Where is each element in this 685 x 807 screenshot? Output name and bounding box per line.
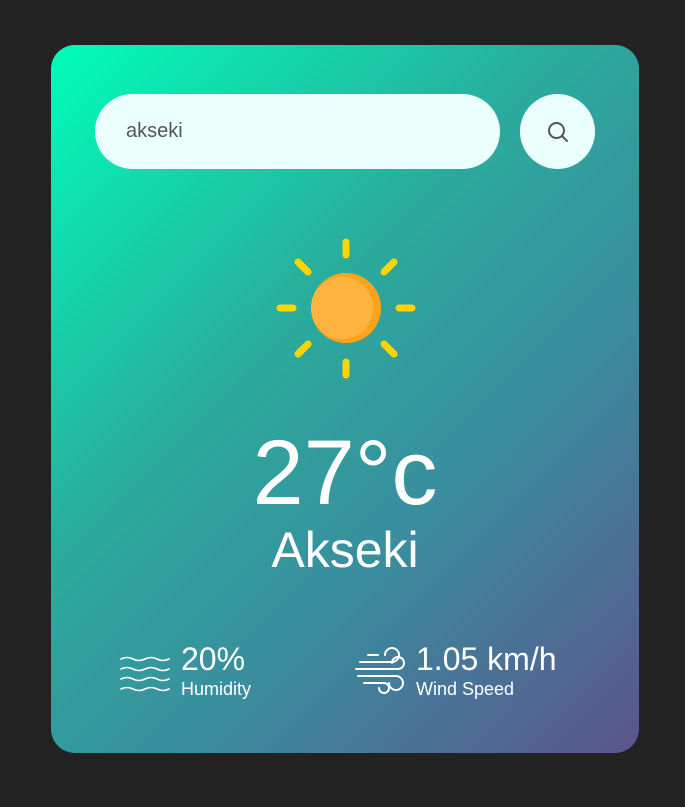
search-button[interactable] [520,94,595,169]
weather-card: 27°c Akseki 20% Humidity [51,45,639,753]
humidity-value: 20% [181,641,246,677]
wind-detail: 1.05 km/h Wind Speed [354,643,557,700]
wind-icon [355,646,405,694]
wind-speed-value: 1.05 km/h [416,641,557,677]
humidity-label: Humidity [181,679,252,699]
search-icon [547,121,568,142]
humidity-waves-icon [120,656,170,691]
wind-speed-label: Wind Speed [416,679,515,699]
search-bar [95,94,595,170]
city-search-input[interactable] [95,94,500,169]
sun-icon [276,238,416,379]
temperature-display: 27°c [252,422,438,524]
city-name: Akseki [271,522,419,578]
humidity-detail: 20% Humidity [119,643,251,700]
